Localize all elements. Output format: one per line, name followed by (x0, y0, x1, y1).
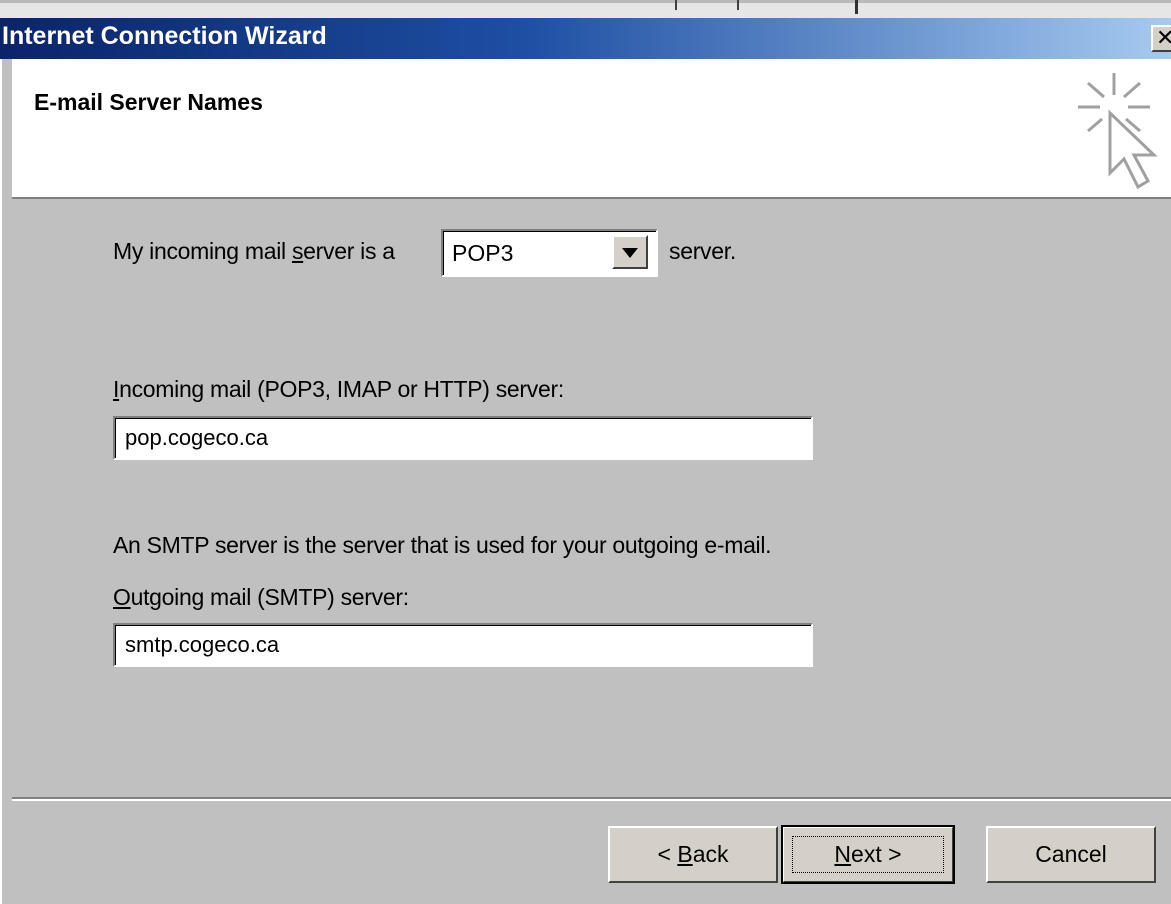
chevron-down-icon[interactable] (612, 235, 648, 269)
wizard-header: E-mail Server Names (12, 59, 1171, 197)
incoming-type-label-prefix: My incoming mail (113, 238, 292, 264)
incoming-server-input[interactable] (113, 416, 813, 460)
next-button[interactable]: Next > (781, 825, 955, 884)
close-icon: ✕ (1156, 25, 1171, 50)
back-button[interactable]: < Back (608, 826, 778, 883)
window-title: Internet Connection Wizard (2, 22, 327, 50)
server-type-select[interactable]: POP3 (441, 229, 658, 277)
dialog-left-edge (0, 59, 12, 904)
background-desktop-strip (0, 0, 1171, 18)
outgoing-server-label-accel: O (113, 584, 131, 610)
incoming-server-label: Incoming mail (POP3, IMAP or HTTP) serve… (113, 376, 564, 403)
back-button-rest: ack (692, 841, 729, 867)
outgoing-server-label-rest: utgoing mail (SMTP) server: (130, 584, 410, 610)
server-type-selected-value: POP3 (452, 240, 514, 266)
outgoing-server-label: Outgoing mail (SMTP) server: (113, 584, 409, 611)
back-button-prefix: < (657, 841, 678, 867)
strip-line (0, 0, 1171, 3)
incoming-type-suffix: server. (669, 238, 736, 264)
page-heading: E-mail Server Names (34, 89, 263, 115)
title-bar[interactable]: Internet Connection Wizard ✕ (0, 18, 1171, 59)
wizard-cursor-icon (1078, 73, 1158, 190)
close-button[interactable]: ✕ (1151, 25, 1171, 52)
strip-fragment (675, 0, 739, 10)
strip-divider (855, 0, 858, 14)
outgoing-server-input[interactable] (113, 623, 813, 667)
incoming-type-label-accel: s (291, 238, 304, 264)
next-button-rest: ext > (851, 841, 902, 867)
screen: Internet Connection Wizard ✕ E-mail Serv… (0, 0, 1171, 904)
incoming-type-label: My incoming mail server is a (113, 238, 395, 265)
footer-separator (12, 797, 1171, 801)
back-button-accel: B (677, 841, 693, 867)
smtp-description: An SMTP server is the server that is use… (113, 532, 772, 558)
incoming-type-label-rest: erver is a (303, 238, 395, 264)
cancel-button[interactable]: Cancel (986, 826, 1156, 883)
incoming-server-label-rest: ncoming mail (POP3, IMAP or HTTP) server… (119, 376, 564, 402)
next-button-accel: N (834, 841, 852, 867)
header-separator (12, 197, 1171, 199)
